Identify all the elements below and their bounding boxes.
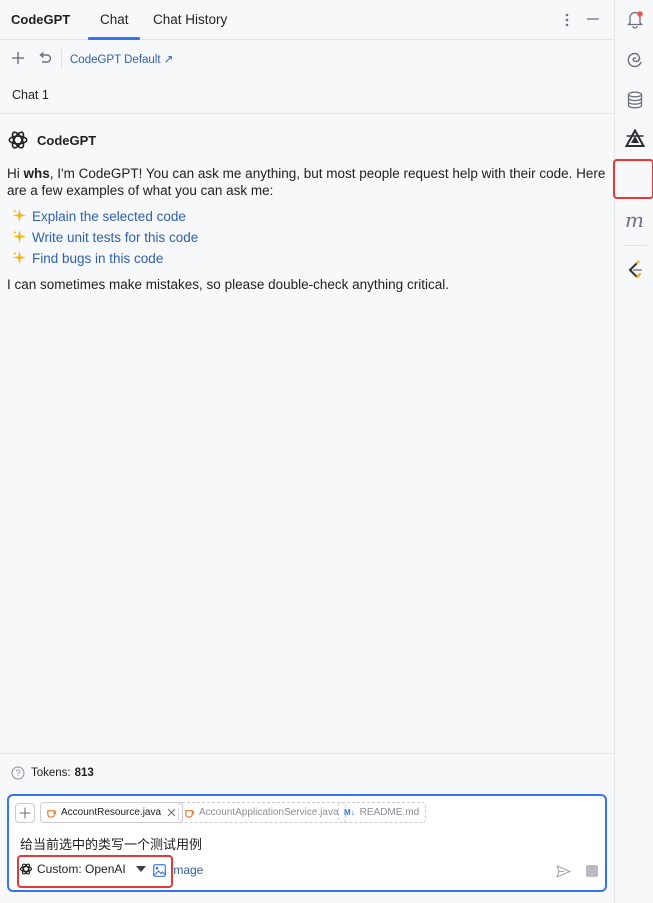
suggested-attachment-chip[interactable]: AccountApplicationService.java [178, 802, 346, 823]
chat-toolbar: CodeGPT Default ↗ [0, 41, 614, 77]
tool-window-header: CodeGPT Chat Chat History [0, 0, 614, 40]
toolbar-divider [61, 49, 62, 69]
minimize-icon[interactable] [586, 12, 600, 26]
suggested-attachment-chip[interactable]: M↓ README.md [338, 802, 427, 823]
swirl-plugin-icon[interactable] [625, 50, 645, 70]
tool-strip-divider [623, 245, 647, 246]
remove-attachment-icon[interactable] [167, 808, 176, 817]
active-tab-indicator [88, 37, 140, 40]
suggestion-unit-tests[interactable]: Write unit tests for this code [12, 229, 198, 245]
highlight-codegpt-plugin [613, 159, 653, 199]
codegpt-tool-window: CodeGPT Chat Chat History CodeGPT Defaul… [0, 0, 614, 903]
attachment-label: AccountApplicationService.java [199, 807, 339, 818]
suggestion-label: Explain the selected code [32, 209, 186, 224]
tokens-label: Tokens: [31, 767, 71, 779]
attachment-label: AccountResource.java [61, 807, 162, 818]
subtab-chat-1[interactable]: Chat 1 [12, 88, 49, 102]
input-divider [0, 753, 614, 754]
database-icon[interactable] [625, 90, 645, 110]
attachment-chip[interactable]: AccountResource.java [40, 802, 184, 823]
help-icon[interactable]: ? [11, 766, 25, 780]
highlight-model-selector [17, 855, 173, 888]
triangle-plugin-icon[interactable] [625, 129, 645, 149]
m-plugin-icon[interactable]: m [625, 208, 645, 232]
greeting-suffix: , I'm CodeGPT! You can ask me anything, … [7, 166, 606, 198]
greeting-text: Hi whs, I'm CodeGPT! You can ask me anyt… [7, 165, 612, 199]
prompt-input[interactable]: 给当前选中的类写一个测试用例 [20, 834, 202, 853]
sparkle-icon [12, 229, 27, 244]
send-icon[interactable] [556, 865, 571, 878]
token-counter: ? Tokens: 813 [11, 766, 94, 780]
sender-name: CodeGPT [37, 133, 97, 148]
sparkle-icon [12, 250, 27, 265]
sparkle-icon [12, 208, 27, 223]
stop-icon[interactable] [586, 865, 598, 877]
suggestion-explain[interactable]: Explain the selected code [12, 208, 186, 224]
tab-chat[interactable]: Chat [100, 12, 129, 27]
tokens-count: 813 [74, 767, 94, 779]
markdown-file-icon: M↓ [344, 808, 355, 817]
disclaimer-text: I can sometimes make mistakes, so please… [7, 277, 449, 292]
attachment-label: README.md [359, 807, 420, 818]
persona-link[interactable]: CodeGPT Default ↗ [70, 52, 173, 66]
add-context-icon[interactable] [15, 803, 35, 823]
leetcode-icon[interactable] [625, 260, 645, 280]
tool-window-title: CodeGPT [11, 12, 71, 27]
codegpt-logo-icon [8, 131, 28, 149]
tab-chat-history[interactable]: Chat History [153, 12, 227, 27]
more-options-icon[interactable] [560, 10, 574, 30]
suggestion-label: Find bugs in this code [32, 251, 164, 266]
notifications-bell-icon[interactable] [625, 9, 645, 29]
new-chat-icon[interactable] [10, 50, 26, 66]
java-file-icon [47, 810, 57, 818]
chat-subtabs: Chat 1 [0, 78, 614, 114]
undo-icon[interactable] [37, 50, 53, 66]
suggestion-find-bugs[interactable]: Find bugs in this code [12, 250, 163, 266]
svg-text:?: ? [15, 768, 20, 778]
greeting-prefix: Hi [7, 166, 24, 181]
greeting-username: whs [23, 166, 50, 181]
suggestion-label: Write unit tests for this code [32, 230, 199, 245]
java-file-icon [185, 810, 195, 818]
image-label: Image [170, 863, 204, 877]
